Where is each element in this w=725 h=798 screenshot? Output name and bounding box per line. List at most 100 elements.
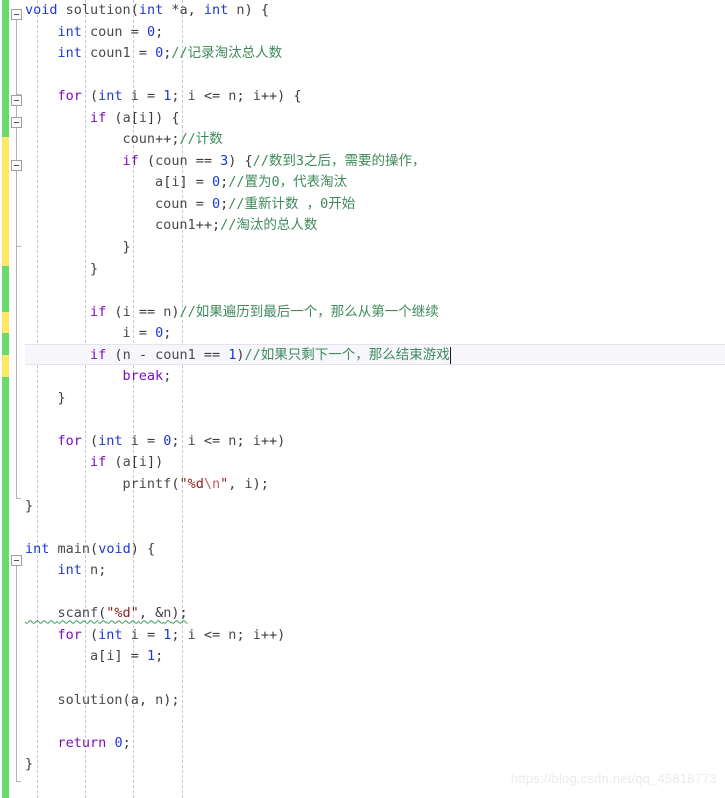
code-line[interactable]: for (int i = 1; i <= n; i++): [25, 625, 725, 647]
token-punct: <=: [195, 88, 229, 105]
code-span: for (int i = 1; i <= n; i++) {: [25, 88, 302, 105]
vcs-change-segment-added[interactable]: [2, 266, 9, 312]
fold-marker-main[interactable]: [11, 555, 22, 566]
token-ident: i: [252, 432, 261, 449]
code-line[interactable]: for (int i = 0; i <= n; i++): [25, 431, 725, 453]
code-span: }: [25, 390, 66, 406]
token-comment: //淘汰的总人数: [220, 217, 318, 234]
code-line[interactable]: scanf("%d", &n);: [25, 603, 725, 625]
token-punct: ;: [236, 626, 253, 643]
vcs-change-segment-modified[interactable]: [2, 137, 9, 266]
code-line[interactable]: int n;: [25, 560, 725, 582]
code-line[interactable]: if (i == n)//如果遍历到最后一个，那么从第一个继续: [25, 302, 725, 324]
vcs-change-segment-added[interactable]: [2, 377, 9, 798]
code-line[interactable]: for (int i = 1; i <= n; i++) {: [25, 86, 725, 108]
code-line[interactable]: if (a[i]) {: [25, 108, 725, 130]
code-line[interactable]: }: [25, 388, 725, 410]
token-punct: ) {: [244, 2, 269, 18]
code-line[interactable]: }: [25, 496, 725, 518]
code-line[interactable]: i = 0;: [25, 323, 725, 345]
fold-marker-solution[interactable]: [11, 9, 22, 20]
code-line[interactable]: [25, 711, 725, 733]
code-line[interactable]: if (n - coun1 == 1)//如果只剩下一个，那么结束游戏: [25, 345, 725, 367]
code-text-area[interactable]: void solution(int *a, int n) { int coun …: [25, 0, 725, 798]
code-line[interactable]: [25, 409, 725, 431]
code-line[interactable]: [25, 65, 725, 87]
token-ident: i: [187, 432, 196, 449]
token-ident: a: [179, 2, 188, 18]
token-comment: //重新计数 ，0开始: [228, 195, 356, 212]
token-punct: ++): [260, 432, 286, 449]
code-line[interactable]: coun++;//计数: [25, 129, 725, 151]
token-keyword: break: [122, 368, 164, 385]
token-type: int: [25, 540, 50, 557]
code-span: break;: [25, 368, 172, 385]
token-punct: =: [122, 23, 147, 40]
token-punct: ++;: [155, 131, 180, 148]
fold-region-end: [16, 498, 21, 499]
token-keyword: if: [122, 152, 139, 169]
code-line[interactable]: a[i] = 1;: [25, 646, 725, 668]
fold-region-line: [16, 20, 17, 498]
code-folding-gutter[interactable]: [9, 0, 25, 798]
token-punct: (: [81, 626, 99, 643]
token-punct: ] =: [114, 648, 147, 665]
code-line[interactable]: a[i] = 0;//置为0，代表淘汰: [25, 172, 725, 194]
token-ident: n: [155, 691, 164, 708]
token-punct: }: [25, 239, 131, 256]
code-line[interactable]: [25, 280, 725, 302]
code-line[interactable]: coun1++;//淘汰的总人数: [25, 215, 725, 237]
token-punct: ;: [98, 562, 107, 579]
code-line[interactable]: return 0;: [25, 733, 725, 755]
code-line[interactable]: int coun1 = 0;//记录淘汰总人数: [25, 43, 725, 65]
code-span: coun = 0;//重新计数 ，0开始: [25, 196, 355, 212]
token-punct: }: [25, 389, 66, 406]
code-line[interactable]: break;: [25, 366, 725, 388]
token-punct: (: [106, 109, 123, 126]
code-line[interactable]: printf("%d\n", i);: [25, 474, 725, 496]
code-line[interactable]: solution(a, n);: [25, 690, 725, 712]
code-editor[interactable]: void solution(int *a, int n) { int coun …: [0, 0, 725, 798]
code-line[interactable]: [25, 668, 725, 690]
token-keyword: for: [57, 432, 82, 449]
fold-marker-for-loop[interactable]: [11, 95, 22, 106]
token-punct: ]): [146, 454, 164, 471]
code-span: }: [25, 261, 98, 277]
code-line[interactable]: void solution(int *a, int n) {: [25, 0, 725, 22]
token-punct: =: [138, 626, 164, 643]
token-fn: main: [57, 540, 91, 557]
token-num: 0: [114, 734, 123, 751]
token-punct: );: [163, 691, 180, 708]
code-line[interactable]: [25, 582, 725, 604]
token-ident: n: [90, 562, 99, 579]
code-line[interactable]: int main(void) {: [25, 539, 725, 561]
code-line[interactable]: if (coun == 3) {//数到3之后，需要的操作，: [25, 151, 725, 173]
token-punct: ;: [171, 88, 188, 105]
vcs-change-segment-modified[interactable]: [2, 312, 9, 333]
vcs-change-bar[interactable]: [2, 0, 9, 798]
watermark-url: https://blog.csdn.net/qq_45818773: [510, 771, 717, 787]
vcs-change-segment-modified[interactable]: [2, 355, 9, 377]
code-line[interactable]: }: [25, 259, 725, 281]
fold-marker-if-coun3[interactable]: [11, 160, 22, 171]
code-line[interactable]: coun = 0;//重新计数 ，0开始: [25, 194, 725, 216]
vcs-change-segment-added[interactable]: [2, 0, 9, 137]
code-lines[interactable]: void solution(int *a, int n) { int coun …: [25, 0, 725, 776]
token-keyword: for: [57, 626, 82, 643]
vcs-change-segment-added[interactable]: [2, 333, 9, 355]
fold-marker-if-ai[interactable]: [11, 117, 22, 128]
code-span: if (coun == 3) {//数到3之后，需要的操作，: [25, 153, 426, 169]
code-line[interactable]: if (a[i]): [25, 452, 725, 474]
token-punct: (: [90, 540, 99, 557]
code-line[interactable]: [25, 517, 725, 539]
code-line[interactable]: }: [25, 237, 725, 259]
token-punct: =: [130, 325, 156, 342]
code-line[interactable]: int coun = 0;: [25, 22, 725, 44]
token-punct: ] =: [179, 174, 212, 191]
token-punct: (: [138, 152, 156, 169]
